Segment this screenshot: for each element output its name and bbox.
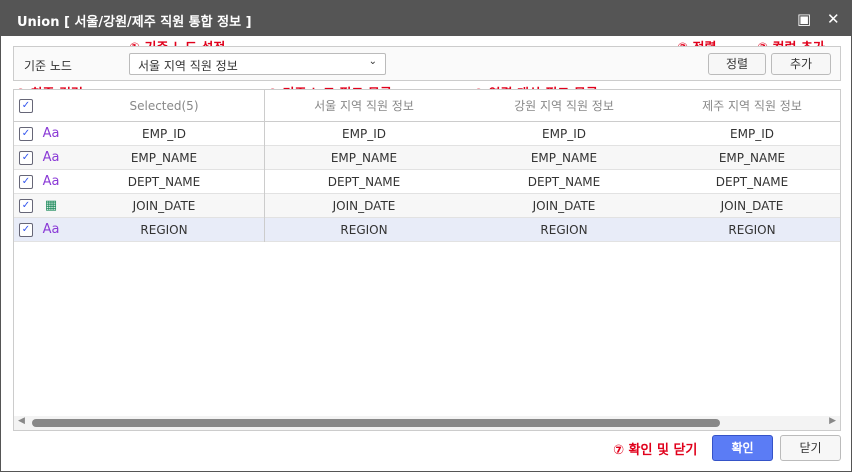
table-cell: JOIN_DATE: [532, 199, 596, 213]
maximize-icon[interactable]: ▣: [797, 10, 811, 28]
header-seoul[interactable]: 서울 지역 직원 정보: [264, 94, 464, 118]
header-selected[interactable]: Selected(5): [64, 94, 264, 118]
table-cell: REGION: [340, 223, 388, 237]
row-checkbox[interactable]: ✓: [19, 175, 33, 189]
table-cell: EMP_ID: [142, 127, 186, 141]
text-type-icon: Aa: [42, 222, 60, 237]
annotation-confirm-close: ⑦ 확인 및 닫기: [613, 443, 698, 458]
table-cell: JOIN_DATE: [132, 199, 196, 213]
text-type-icon: Aa: [42, 174, 60, 189]
table-cell: EMP_ID: [730, 127, 774, 141]
header-jeju[interactable]: 제주 지역 직원 정보: [664, 94, 840, 118]
table-cell: JOIN_DATE: [332, 199, 396, 213]
header-gangwon[interactable]: 강원 지역 직원 정보: [464, 94, 664, 118]
row-checkbox[interactable]: ✓: [19, 151, 33, 165]
chevron-down-icon: ⌄: [368, 56, 377, 67]
row-checkbox[interactable]: ✓: [19, 199, 33, 213]
table-cell: JOIN_DATE: [720, 199, 784, 213]
table-cell: EMP_NAME: [330, 151, 398, 165]
table-cell: EMP_ID: [342, 127, 386, 141]
table-cell: EMP_ID: [542, 127, 586, 141]
row-checkbox[interactable]: ✓: [19, 127, 33, 141]
table-cell: REGION: [140, 223, 188, 237]
table-cell: DEPT_NAME: [327, 175, 401, 189]
field-grid: ✓ Selected(5) 서울 지역 직원 정보 강원 지역 직원 정보 제주…: [13, 89, 841, 431]
title-bar: Union [ 서울/강원/제주 직원 통합 정보 ] ▣ ✕: [1, 1, 851, 36]
row-checkbox[interactable]: ✓: [19, 223, 33, 237]
table-cell: DEPT_NAME: [715, 175, 789, 189]
grid-header: ✓ Selected(5) 서울 지역 직원 정보 강원 지역 직원 정보 제주…: [14, 90, 840, 122]
table-row[interactable]: ✓ Aa REGION REGION REGION REGION: [14, 218, 840, 242]
dialog-title: Union [ 서울/강원/제주 직원 통합 정보 ]: [17, 15, 252, 30]
base-node-select-value: 서울 지역 직원 정보: [138, 59, 238, 73]
table-cell: REGION: [728, 223, 776, 237]
table-row[interactable]: ✓ ▦ JOIN_DATE JOIN_DATE JOIN_DATE JOIN_DATE: [14, 194, 840, 218]
close-icon[interactable]: ✕: [827, 10, 840, 28]
select-all-checkbox[interactable]: ✓: [19, 99, 33, 113]
table-cell: EMP_NAME: [718, 151, 786, 165]
scroll-right-icon[interactable]: ▶: [829, 416, 836, 426]
close-button[interactable]: 닫기: [780, 435, 841, 461]
sort-button[interactable]: 정렬: [708, 53, 766, 75]
base-node-label: 기준 노드: [24, 59, 72, 73]
table-cell: REGION: [540, 223, 588, 237]
scrollbar-thumb[interactable]: [32, 419, 720, 427]
union-dialog: Union [ 서울/강원/제주 직원 통합 정보 ] ▣ ✕ ① 기준 노드 …: [0, 0, 852, 472]
base-node-select[interactable]: 서울 지역 직원 정보 ⌄: [129, 53, 386, 75]
text-type-icon: Aa: [42, 126, 60, 141]
table-cell: DEPT_NAME: [527, 175, 601, 189]
table-row[interactable]: ✓ Aa EMP_NAME EMP_NAME EMP_NAME EMP_NAME: [14, 146, 840, 170]
scroll-left-icon[interactable]: ◀: [18, 416, 25, 426]
table-cell: DEPT_NAME: [127, 175, 201, 189]
add-column-button[interactable]: 추가: [771, 53, 831, 75]
table-row[interactable]: ✓ Aa DEPT_NAME DEPT_NAME DEPT_NAME DEPT_NAME: [14, 170, 840, 194]
confirm-button[interactable]: 확인: [712, 435, 773, 461]
base-node-panel: 기준 노드 서울 지역 직원 정보 ⌄ 정렬 추가: [13, 46, 841, 81]
table-cell: EMP_NAME: [530, 151, 598, 165]
text-type-icon: Aa: [42, 150, 60, 165]
horizontal-scrollbar[interactable]: ◀ ▶: [14, 416, 840, 430]
table-cell: EMP_NAME: [130, 151, 198, 165]
calendar-icon: ▦: [44, 198, 58, 213]
table-row[interactable]: ✓ Aa EMP_ID EMP_ID EMP_ID EMP_ID: [14, 122, 840, 146]
